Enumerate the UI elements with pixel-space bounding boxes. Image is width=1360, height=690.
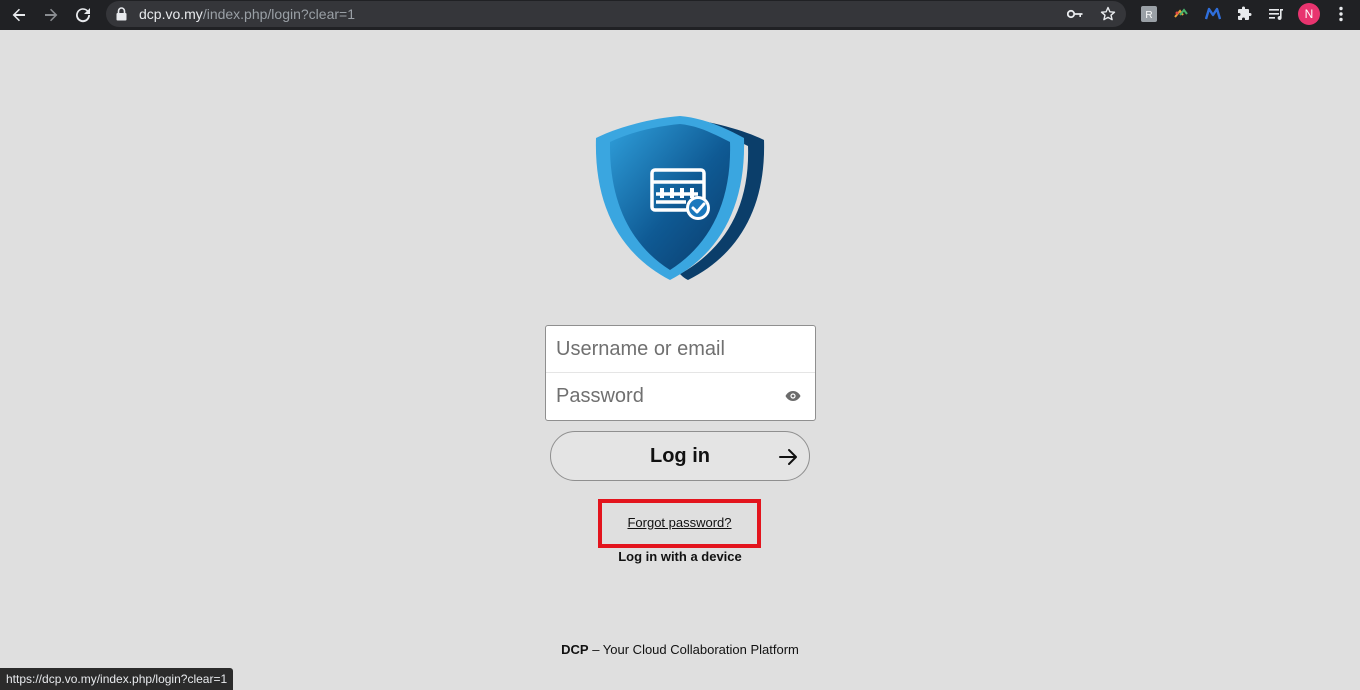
username-field-wrapper xyxy=(546,326,815,373)
puzzle-icon[interactable] xyxy=(1235,4,1255,24)
extension-icon[interactable] xyxy=(1203,4,1223,24)
show-password-icon[interactable] xyxy=(785,389,801,403)
login-button[interactable]: Log in xyxy=(550,431,810,481)
lock-icon xyxy=(116,7,127,26)
address-bar[interactable]: dcp.vo.my/index.php/login?clear=1 xyxy=(106,1,1126,27)
extension-icon[interactable]: R xyxy=(1139,4,1159,24)
dcp-shield-logo xyxy=(594,114,766,282)
username-input[interactable] xyxy=(546,326,815,372)
login-with-device-link[interactable]: Log in with a device xyxy=(580,549,780,564)
status-bar-url: https://dcp.vo.my/index.php/login?clear=… xyxy=(0,668,234,690)
footer: DCP – Your Cloud Collaboration Platform xyxy=(480,642,880,657)
password-field-wrapper xyxy=(546,373,815,420)
menu-icon[interactable] xyxy=(1331,4,1351,24)
media-icon[interactable] xyxy=(1266,4,1286,24)
key-icon[interactable] xyxy=(1066,5,1084,23)
login-fields xyxy=(545,325,816,421)
browser-toolbar: dcp.vo.my/index.php/login?clear=1 R N xyxy=(0,0,1360,30)
profile-avatar[interactable]: N xyxy=(1298,3,1320,25)
address-bar-url: dcp.vo.my/index.php/login?clear=1 xyxy=(139,5,355,23)
url-host: dcp.vo.my xyxy=(139,6,203,22)
footer-brand: DCP xyxy=(561,642,589,657)
svg-text:R: R xyxy=(1145,10,1152,21)
url-path: /index.php/login?clear=1 xyxy=(202,6,355,22)
extension-icon[interactable] xyxy=(1171,4,1191,24)
login-button-label: Log in xyxy=(650,444,710,467)
reload-icon[interactable] xyxy=(72,4,94,26)
arrow-right-icon xyxy=(777,446,799,468)
star-icon[interactable] xyxy=(1099,5,1117,23)
back-icon[interactable] xyxy=(8,4,30,26)
forward-icon[interactable] xyxy=(40,4,62,26)
password-input[interactable] xyxy=(546,373,815,420)
forgot-password-link[interactable]: Forgot password? xyxy=(606,515,753,530)
footer-tagline: – Your Cloud Collaboration Platform xyxy=(588,642,799,657)
